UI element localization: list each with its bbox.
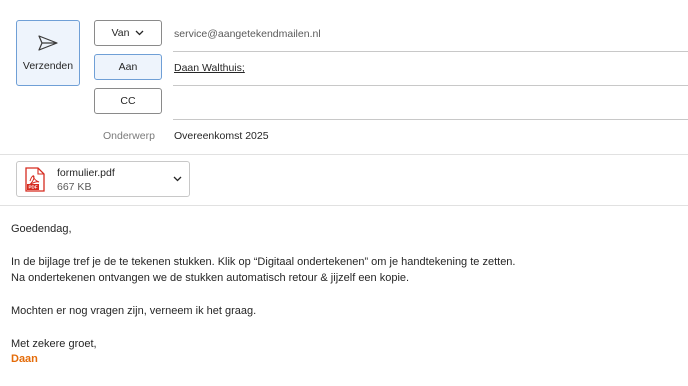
from-divider (173, 51, 688, 52)
attachment-size: 667 KB (57, 181, 92, 193)
body-closing: Met zekere groet, (11, 338, 97, 350)
body-greeting: Goedendag, (11, 223, 72, 235)
to-recipient[interactable]: Daan Walthuis; (174, 62, 245, 74)
pdf-badge-text: PDF (29, 185, 38, 190)
from-address: service@aangetekendmailen.nl (174, 28, 321, 40)
header-divider (0, 154, 688, 155)
chevron-down-icon[interactable] (173, 176, 182, 182)
to-button[interactable]: Aan (94, 54, 162, 80)
attachment-name: formulier.pdf (57, 167, 115, 179)
from-button[interactable]: Van (94, 20, 162, 46)
body-line: In de bijlage tref je de te tekenen stuk… (11, 256, 516, 268)
send-button-label: Verzenden (22, 60, 74, 72)
signature-name: Daan (11, 353, 38, 365)
subject-label: Onderwerp (103, 130, 155, 142)
attachment-card[interactable]: PDF formulier.pdf 667 KB (16, 161, 190, 197)
body-line: Na ondertekenen ontvangen we de stukken … (11, 272, 410, 284)
subject-field[interactable]: Overeenkomst 2025 (174, 130, 269, 142)
cc-button[interactable]: CC (94, 88, 162, 114)
to-button-label: Aan (118, 61, 138, 73)
attachment-divider (0, 205, 688, 206)
chevron-down-icon (135, 30, 144, 36)
pdf-file-icon: PDF (25, 167, 45, 192)
body-line: Mochten er nog vragen zijn, verneem ik h… (11, 305, 257, 317)
to-field-underline[interactable] (173, 85, 688, 86)
from-button-label: Van (111, 27, 130, 39)
paper-plane-icon (38, 35, 58, 51)
send-button[interactable]: Verzenden (16, 20, 80, 86)
cc-field-underline[interactable] (173, 119, 688, 120)
cc-button-label: CC (120, 95, 136, 107)
